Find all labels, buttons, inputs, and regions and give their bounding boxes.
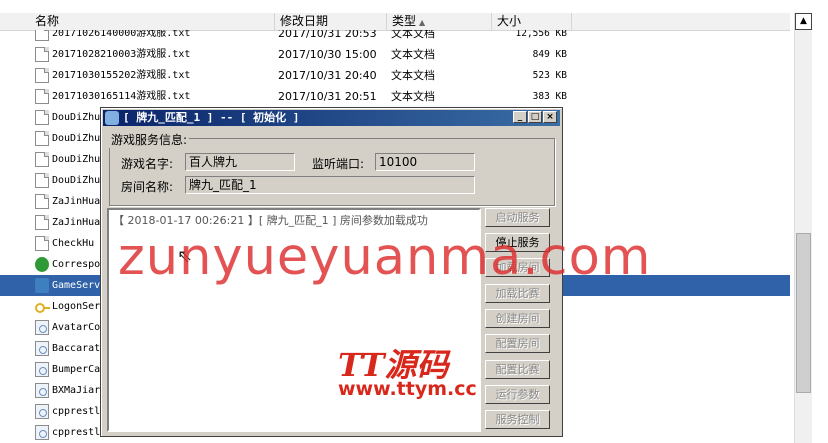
dll-file-icon xyxy=(35,404,49,419)
service-info-group xyxy=(109,138,555,206)
log-line: 【 2018-01-17 00:26:21 】[ 牌九_匹配_1 ] 房间参数加… xyxy=(113,214,428,227)
sort-up-icon: ▲ xyxy=(419,18,426,27)
service-control-button[interactable]: 服务控制 xyxy=(485,410,550,429)
game-name-field: 百人牌九 xyxy=(185,153,295,171)
service-info-label: 游戏服务信息: xyxy=(109,131,190,148)
tree-app-icon xyxy=(35,257,49,272)
file-name: AvatarCo xyxy=(52,322,101,333)
room-name-label: 房间名称: xyxy=(121,180,174,194)
dll-file-icon xyxy=(35,362,49,377)
text-file-icon xyxy=(35,89,49,104)
text-file-icon xyxy=(35,215,49,230)
column-name-label: 名称 xyxy=(35,14,60,28)
file-date: 2017/10/31 20:51 xyxy=(278,90,377,103)
column-date[interactable]: 修改日期 xyxy=(275,13,387,30)
file-name: Correspo xyxy=(52,259,101,270)
column-name[interactable]: 名称 xyxy=(30,13,275,30)
file-name: DouDiZhu xyxy=(52,112,101,123)
text-file-icon xyxy=(35,30,49,41)
file-name: CheckHu xyxy=(52,238,95,249)
minimize-icon[interactable]: _ xyxy=(513,111,527,123)
dll-file-icon xyxy=(35,320,49,335)
text-file-icon xyxy=(35,68,49,83)
file-row[interactable]: 20171026140000游戏服.txt 2017/10/31 20:53 文本文… xyxy=(0,30,790,44)
file-name: GameServ xyxy=(52,280,101,291)
column-type[interactable]: 类型 ▲ xyxy=(387,13,492,30)
file-row[interactable]: 20171028210003游戏服.txt 2017/10/30 15:00 文本文… xyxy=(0,44,790,65)
file-type: 文本文档 xyxy=(391,30,435,40)
file-type: 文本文档 xyxy=(391,69,435,82)
text-file-icon xyxy=(35,194,49,209)
vertical-scrollbar[interactable]: ▲ xyxy=(794,13,812,443)
text-file-icon xyxy=(35,152,49,167)
port-field: 10100 xyxy=(375,153,475,171)
file-date: 2017/10/30 15:00 xyxy=(278,48,377,61)
file-name: BumperCa xyxy=(52,364,101,375)
watermark-text: zunyueyuanma.com xyxy=(118,228,652,287)
file-size: 523 KB xyxy=(532,70,567,81)
dialog-title: [ 牌九_匹配_1 ] -- [ 初始化 ] xyxy=(123,111,300,124)
scroll-up-arrow-icon[interactable]: ▲ xyxy=(795,13,812,30)
text-file-icon xyxy=(35,236,49,251)
file-name: DouDiZhu xyxy=(52,154,101,165)
column-size-label: 大小 xyxy=(497,14,522,28)
file-date: 2017/10/31 20:53 xyxy=(278,30,377,40)
config-match-button[interactable]: 配置比赛 xyxy=(485,360,550,379)
port-label: 监听端口: xyxy=(312,157,365,171)
file-name: Baccarat xyxy=(52,343,101,354)
scroll-thumb[interactable] xyxy=(796,233,811,393)
config-room-button[interactable]: 配置房间 xyxy=(485,334,550,353)
file-size: 849 KB xyxy=(532,49,567,60)
close-icon[interactable]: × xyxy=(543,111,557,123)
dll-file-icon xyxy=(35,341,49,356)
file-name: 20171030155202游戏服.txt xyxy=(52,70,191,81)
file-name: 20171028210003游戏服.txt xyxy=(52,49,191,60)
column-size[interactable]: 大小 xyxy=(492,13,572,30)
file-type: 文本文档 xyxy=(391,48,435,61)
game-name-label: 游戏名字: xyxy=(121,157,174,171)
key-icon xyxy=(35,299,50,314)
column-type-label: 类型 xyxy=(392,14,417,28)
dll-file-icon xyxy=(35,425,49,440)
file-name: cpprestl xyxy=(52,427,101,438)
text-file-icon xyxy=(35,110,49,125)
file-name: BXMaJiar xyxy=(52,385,101,396)
run-params-button[interactable]: 运行参数 xyxy=(485,385,550,404)
file-row[interactable]: 20171030165114游戏服.txt 2017/10/31 20:51 文本文… xyxy=(0,86,790,107)
server-app-icon xyxy=(35,278,49,293)
dialog-titlebar[interactable]: [ 牌九_匹配_1 ] -- [ 初始化 ] _ □ × xyxy=(103,110,560,126)
start-service-button[interactable]: 启动服务 xyxy=(485,208,550,227)
file-size: 12,556 KB xyxy=(515,30,567,39)
file-size: 383 KB xyxy=(532,91,567,102)
text-file-icon xyxy=(35,47,49,62)
watermark-url: www.ttym.cc xyxy=(338,378,477,400)
file-name: 20171030165114游戏服.txt xyxy=(52,91,191,102)
game-server-icon xyxy=(105,111,119,125)
dll-file-icon xyxy=(35,383,49,398)
file-name: ZaJinHua xyxy=(52,217,101,228)
text-file-icon xyxy=(35,131,49,146)
file-name: cpprestl xyxy=(52,406,101,417)
create-room-button[interactable]: 创建房间 xyxy=(485,309,550,328)
file-name: ZaJinHua xyxy=(52,196,101,207)
file-date: 2017/10/31 20:40 xyxy=(278,69,377,82)
column-date-label: 修改日期 xyxy=(280,14,329,28)
column-header: 名称 修改日期 类型 ▲ 大小 xyxy=(0,13,790,31)
file-name: LogonSer xyxy=(52,301,101,312)
room-name-field: 牌九_匹配_1 xyxy=(185,176,475,194)
text-file-icon xyxy=(35,173,49,188)
maximize-icon[interactable]: □ xyxy=(528,111,542,123)
file-name: 20171026140000游戏服.txt xyxy=(52,30,191,39)
file-type: 文本文档 xyxy=(391,90,435,103)
file-row[interactable]: 20171030155202游戏服.txt 2017/10/31 20:40 文本文… xyxy=(0,65,790,86)
file-name: DouDiZhu xyxy=(52,175,101,186)
file-name: DouDiZhu xyxy=(52,133,101,144)
